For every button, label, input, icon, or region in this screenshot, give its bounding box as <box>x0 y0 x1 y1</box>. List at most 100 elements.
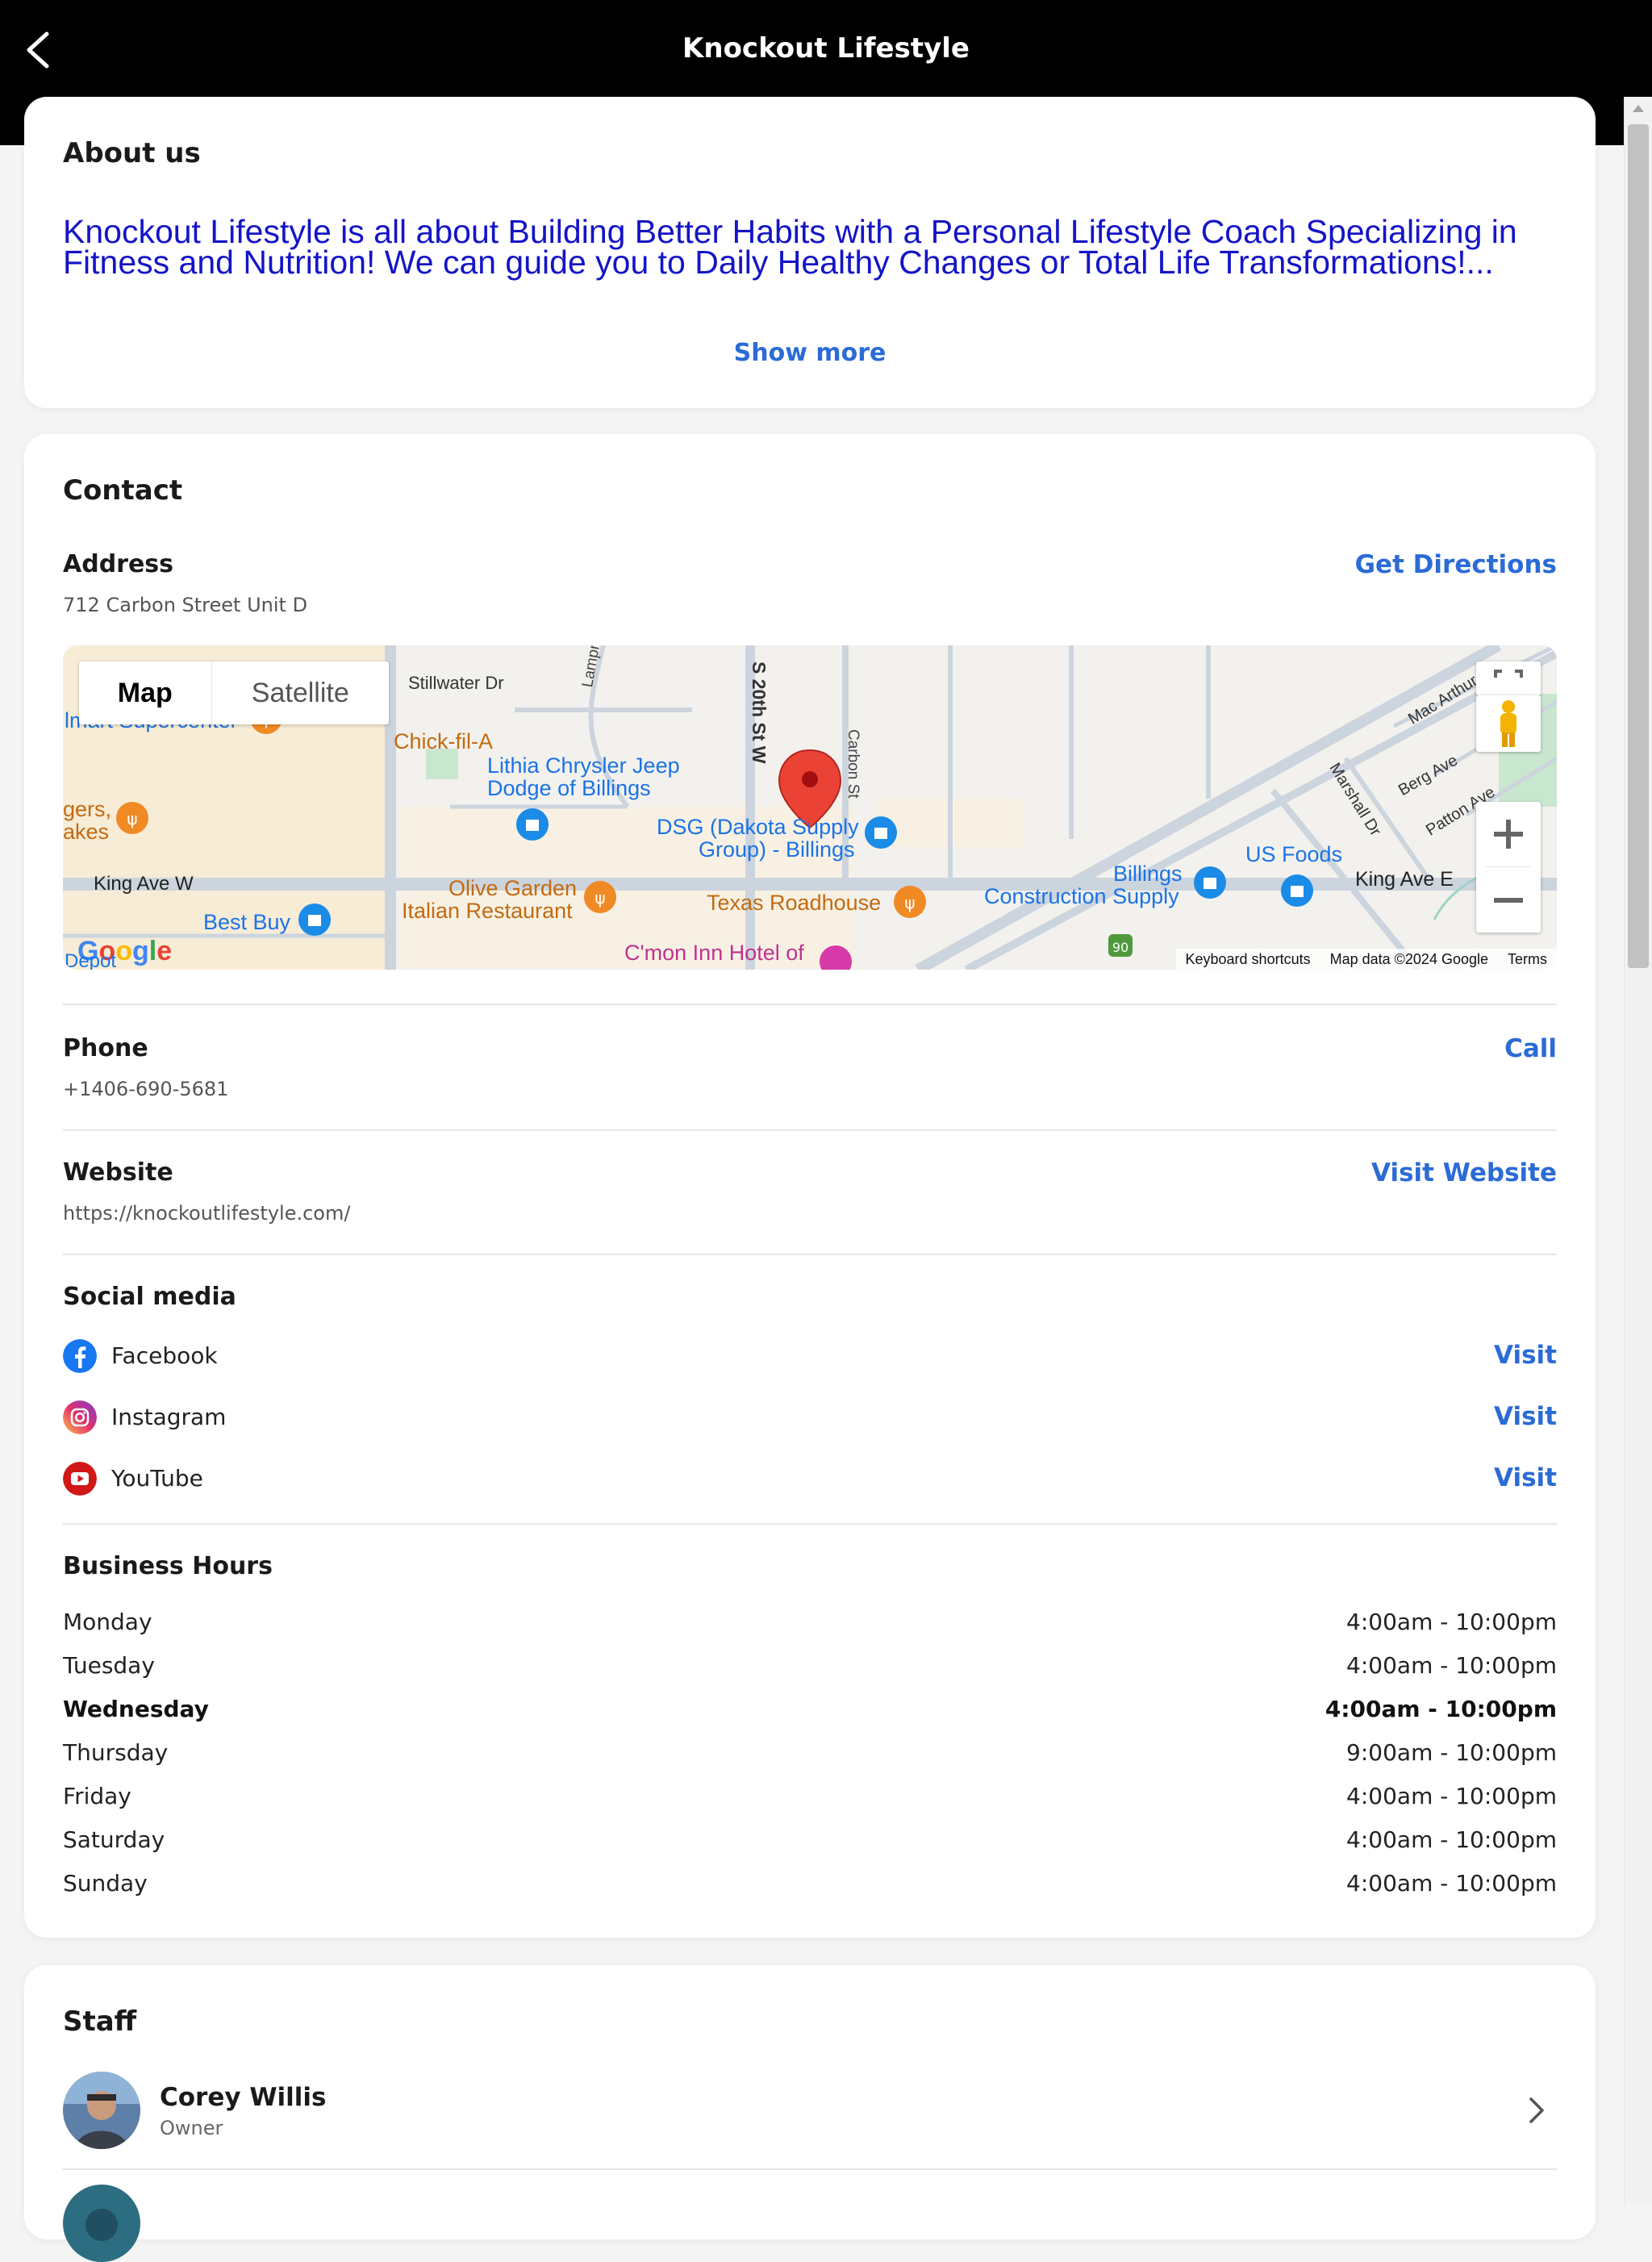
scrollbar[interactable] <box>1624 97 1652 2204</box>
divider <box>63 2168 1557 2170</box>
staff-card: Staff Corey Willis Owner <box>24 1965 1596 2262</box>
map-label-poi: US Foods <box>1245 842 1343 866</box>
address-label: Address <box>63 550 174 578</box>
website-value: https://knockoutlifestyle.com/ <box>63 1202 351 1225</box>
staff-name: Corey Willis <box>160 2083 327 2112</box>
divider <box>63 1129 1557 1131</box>
map[interactable]: ψ ψ ψ ψ 90 Google Stillwater <box>63 645 1557 970</box>
map-label-poi: Dodge of Billings <box>487 776 651 800</box>
hours-day: Saturday <box>63 1826 165 1853</box>
hours-time: 4:00am - 10:00pm <box>1346 1870 1557 1897</box>
facebook-icon <box>63 1339 97 1373</box>
hours-day: Sunday <box>63 1870 148 1897</box>
svg-text:ψ: ψ <box>127 809 137 828</box>
instagram-icon <box>63 1400 97 1434</box>
social-media-label: Social media <box>63 1283 236 1311</box>
visit-youtube-link[interactable]: Visit <box>1494 1463 1557 1492</box>
call-link[interactable]: Call <box>1504 1034 1557 1063</box>
hours-row: Monday 4:00am - 10:00pm <box>63 1609 1557 1641</box>
map-label-poi: Italian Restaurant <box>402 899 573 923</box>
map-type-toggle: Map Satellite <box>79 661 389 724</box>
hours-row: Tuesday 4:00am - 10:00pm <box>63 1652 1557 1684</box>
hours-row-today: Wednesday 4:00am - 10:00pm <box>63 1696 1557 1728</box>
hours-day: Thursday <box>63 1739 169 1766</box>
hours-day: Tuesday <box>63 1652 155 1679</box>
plus-icon <box>1494 820 1523 849</box>
social-name: Facebook <box>111 1342 218 1369</box>
staff-role: Owner <box>160 2117 223 2139</box>
svg-text:90: 90 <box>1112 940 1128 955</box>
hours-time: 4:00am - 10:00pm <box>1325 1696 1557 1722</box>
map-label-street: Carbon St <box>845 729 861 799</box>
satellite-view-button[interactable]: Satellite <box>212 661 389 724</box>
hours-row: Saturday 4:00am - 10:00pm <box>63 1826 1557 1859</box>
map-data-text: Map data ©2024 Google <box>1329 951 1488 967</box>
youtube-icon <box>63 1462 97 1496</box>
avatar <box>63 2185 140 2262</box>
address-value: 712 Carbon Street Unit D <box>63 594 308 616</box>
website-label: Website <box>63 1158 173 1187</box>
page-title: Knockout Lifestyle <box>682 32 970 65</box>
divider <box>63 1523 1557 1525</box>
hours-row: Friday 4:00am - 10:00pm <box>63 1783 1557 1815</box>
divider <box>63 1004 1557 1005</box>
chevron-right-icon <box>1529 2097 1544 2123</box>
hours-time: 4:00am - 10:00pm <box>1346 1652 1557 1679</box>
map-label-poi: Lithia Chrysler Jeep <box>487 753 680 778</box>
map-label-street: King Ave W <box>94 873 194 895</box>
fullscreen-button[interactable] <box>1476 661 1541 695</box>
show-more-container: Show more <box>24 339 1596 367</box>
social-name: YouTube <box>111 1465 203 1492</box>
contact-card: Contact Address Get Directions 712 Carbo… <box>24 434 1596 1938</box>
staff-title: Staff <box>63 2005 137 2038</box>
map-label-poi: Depot <box>65 950 117 970</box>
map-label-poi: Chick-fil-A <box>394 729 494 753</box>
zoom-controls <box>1476 802 1541 933</box>
hours-time: 4:00am - 10:00pm <box>1346 1783 1557 1809</box>
scroll-up-arrow-icon[interactable] <box>1625 97 1652 121</box>
zoom-divider <box>1486 866 1531 867</box>
zoom-out-button[interactable] <box>1476 868 1541 933</box>
avatar-image <box>63 2185 140 2262</box>
map-label-poi: gers, <box>63 797 112 821</box>
map-label-poi: Texas Roadhouse <box>707 891 882 915</box>
keyboard-shortcuts-link[interactable]: Keyboard shortcuts <box>1186 949 1311 970</box>
hours-day: Monday <box>63 1609 152 1635</box>
phone-value: +1406-690-5681 <box>63 1078 229 1100</box>
visit-facebook-link[interactable]: Visit <box>1494 1341 1557 1370</box>
svg-text:ψ: ψ <box>904 893 915 912</box>
pegman-icon <box>1500 700 1516 747</box>
zoom-in-button[interactable] <box>1476 802 1541 866</box>
map-view-button[interactable]: Map <box>79 661 212 724</box>
social-name: Instagram <box>111 1404 227 1430</box>
about-text: Knockout Lifestyle is all about Building… <box>63 213 1517 281</box>
map-label-poi: Best Buy <box>203 910 291 934</box>
contact-title: Contact <box>63 474 183 507</box>
terms-link[interactable]: Terms <box>1508 949 1547 970</box>
fullscreen-icon <box>1494 670 1523 678</box>
avatar <box>63 2072 140 2149</box>
social-row-youtube: YouTube Visit <box>63 1460 1557 1499</box>
get-directions-link[interactable]: Get Directions <box>1355 550 1557 579</box>
street-view-pegman[interactable] <box>1476 695 1541 752</box>
map-label-poi: DSG (Dakota Supply <box>657 815 859 839</box>
minus-icon <box>1494 898 1523 903</box>
avatar-image <box>63 2072 140 2149</box>
hours-time: 9:00am - 10:00pm <box>1346 1739 1557 1766</box>
map-label-street: King Ave E <box>1355 868 1454 891</box>
show-more-link[interactable]: Show more <box>734 339 886 367</box>
visit-website-link[interactable]: Visit Website <box>1371 1158 1557 1187</box>
map-label-poi: C'mon Inn Hotel of <box>624 941 804 965</box>
visit-instagram-link[interactable]: Visit <box>1494 1402 1557 1431</box>
map-label-street: Stillwater Dr <box>408 673 504 693</box>
phone-label: Phone <box>63 1034 148 1062</box>
hours-time: 4:00am - 10:00pm <box>1346 1826 1557 1853</box>
social-row-facebook: Facebook Visit <box>63 1338 1557 1376</box>
divider <box>63 1254 1557 1255</box>
staff-member-row[interactable]: Corey Willis Owner <box>63 2072 1557 2152</box>
business-hours-label: Business Hours <box>63 1552 273 1580</box>
map-label-poi: Olive Garden <box>448 876 578 900</box>
scrollbar-thumb[interactable] <box>1628 124 1649 968</box>
hours-time: 4:00am - 10:00pm <box>1346 1609 1557 1635</box>
map-label-street: S 20th St W <box>749 661 770 764</box>
